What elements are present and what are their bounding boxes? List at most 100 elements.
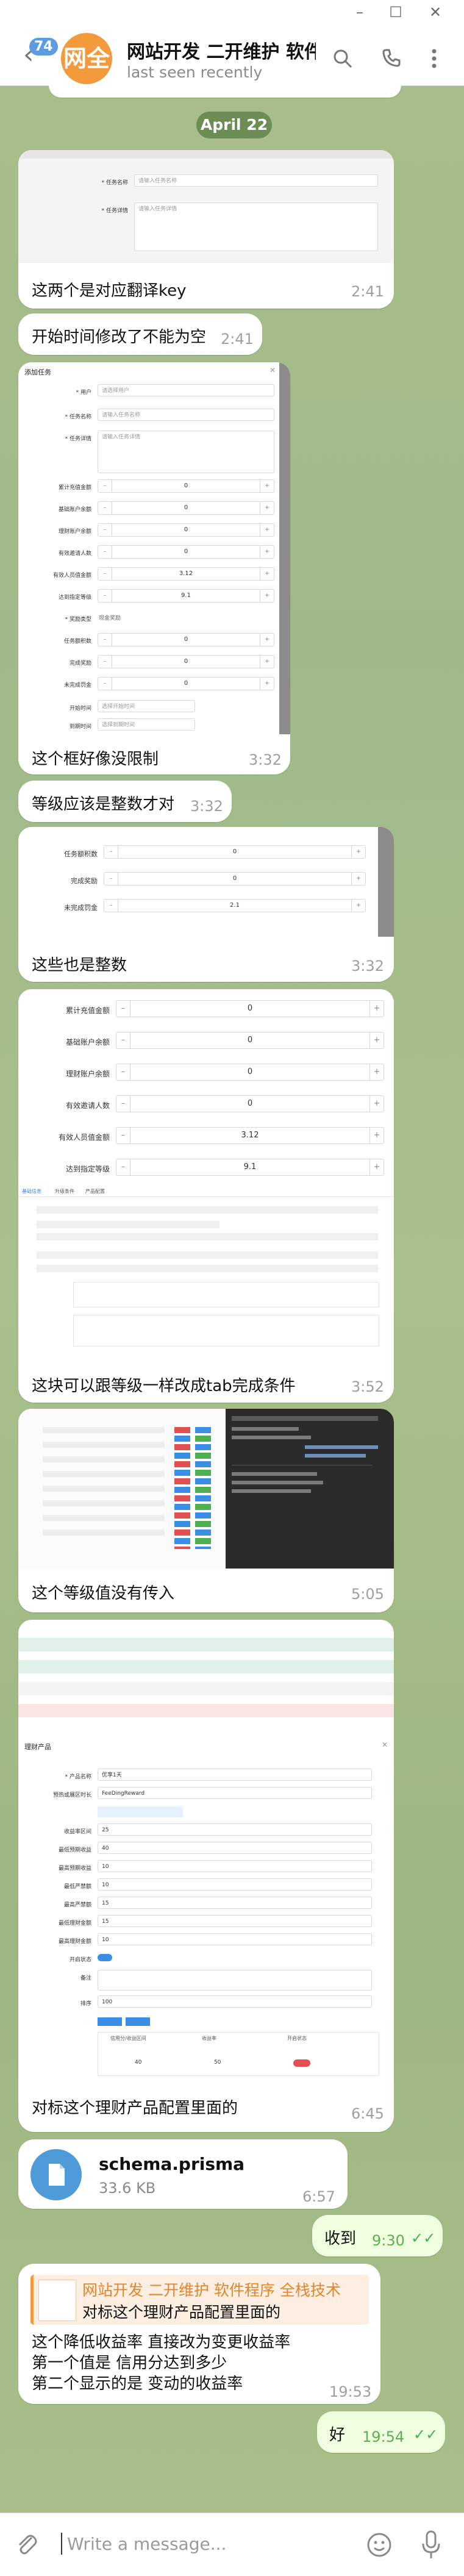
form-label: 开启状态 — [69, 1957, 91, 1963]
form-label: * 用户 — [76, 390, 91, 396]
form-input: 15 — [98, 1915, 372, 1927]
message-reply[interactable]: 网站开发 二开维护 软件程序 全栈技术 对标这个理财产品配置里面的 这个降低收益… — [18, 2264, 380, 2404]
file-size: 33.6 KB — [99, 2180, 156, 2197]
message-image-3[interactable]: 添加任务 ✕ * 用户 请选择用户 * 任务名称 请输入任务名称 * 任务详情 … — [18, 362, 290, 775]
number-stepper: –0 + — [98, 523, 274, 537]
message-text-2[interactable]: 开始时间修改了不能为空 2:41 — [18, 313, 262, 355]
minimize-icon[interactable]: – — [351, 4, 368, 21]
message-file[interactable]: schema.prisma 33.6 KB 6:57 — [18, 2139, 348, 2209]
close-icon: ✕ — [382, 1741, 388, 1749]
form-label: 最高预期收益 — [58, 1866, 91, 1872]
message-time: 6:45 — [351, 2105, 384, 2122]
previous-message-fragment — [49, 85, 401, 98]
message-input[interactable]: Write a message... — [61, 2530, 329, 2560]
microphone-icon[interactable] — [421, 2529, 441, 2561]
form-input: 25 — [98, 1823, 372, 1836]
close-icon[interactable]: ✕ — [427, 4, 444, 21]
message-time: 19:54 — [362, 2428, 405, 2445]
chat-header: – ☐ ✕ ‹ 74 网全 网站开发 二开维护 软件... last seen … — [0, 0, 464, 86]
message-text-4[interactable]: 等级应该是整数才对 3:32 — [18, 781, 232, 822]
avatar[interactable]: 网全 — [61, 33, 112, 84]
message-composer: Write a message... — [0, 2513, 464, 2576]
alert-row — [18, 1638, 394, 1651]
message-caption: 这两个是对应翻译key — [32, 282, 187, 300]
unread-badge: 74 — [29, 38, 58, 55]
message-time: 2:41 — [351, 283, 384, 300]
message-caption: 这块可以跟等级一样改成tab完成条件 — [32, 1377, 296, 1395]
form-label: 最低预期收益 — [58, 1847, 91, 1853]
message-image-8[interactable]: 理财产品 ✕ * 产品名称 优享1天 预热或展区时长 FeeDingReward… — [18, 1620, 394, 2132]
number-stepper: –3.12 + — [116, 1127, 384, 1144]
form-label: 完成奖励 — [71, 877, 98, 885]
alert-row — [18, 1704, 394, 1717]
form-label: 有效人员值金额 — [58, 1133, 110, 1142]
form-label: 最低理财金额 — [58, 1920, 91, 1927]
number-stepper: –0 + — [98, 633, 274, 646]
mini-row — [37, 1233, 378, 1240]
number-stepper: –0 + — [116, 1095, 384, 1112]
form-label: 任务额积数 — [63, 639, 91, 645]
form-input: 10 — [98, 1878, 372, 1891]
message-time: 3:32 — [249, 751, 282, 768]
read-check-icon: ✓✓ — [411, 2230, 436, 2247]
message-image-6[interactable]: 累计充值金额 –0 + 基础账户余额 –0 + 理财账户余额 –0 + 有效邀请人数 … — [18, 989, 394, 1403]
form-label: * 任务详情 — [101, 208, 128, 214]
maximize-icon[interactable]: ☐ — [387, 4, 404, 21]
search-icon[interactable] — [330, 48, 355, 72]
number-stepper: –2.1 + — [104, 899, 366, 912]
number-stepper: –0 + — [98, 479, 274, 493]
form-label: 基础账户余额 — [65, 1038, 110, 1046]
form-textarea: 请输入任务详情 — [98, 431, 274, 473]
form-label: 任务额积数 — [64, 850, 98, 858]
screenshot-side-strip — [378, 827, 394, 937]
attach-icon[interactable] — [15, 2531, 39, 2558]
number-stepper: –9.1 + — [98, 589, 274, 603]
form-label: 完成奖励 — [69, 660, 91, 667]
message-image-5[interactable]: 任务额积数 –0 + 完成奖励 –0 + 未完成罚金 –2.1 + 这些也是整数 3:… — [18, 827, 394, 982]
form-textarea: 请输入任务详情 — [134, 202, 378, 251]
quote-text: 对标这个理财产品配置里面的 — [82, 2303, 281, 2321]
number-stepper: –0 + — [104, 845, 366, 859]
form-label: 最高理财金额 — [58, 1939, 91, 1945]
table-header: 收益率 — [202, 2036, 216, 2041]
file-icon[interactable] — [30, 2149, 82, 2200]
form-input: 请选择用户 — [98, 384, 274, 396]
radio-value: 现金奖励 — [99, 615, 121, 621]
emoji-icon[interactable] — [366, 2531, 393, 2558]
reply-quote[interactable]: 网站开发 二开维护 软件程序 全栈技术 对标这个理财产品配置里面的 — [30, 2275, 369, 2325]
message-line: 第一个值是 信用分达到多少 — [32, 2354, 227, 2372]
number-stepper: –0 + — [98, 545, 274, 559]
form-label: 收益率区间 — [63, 1829, 91, 1835]
message-caption: 对标这个理财产品配置里面的 — [32, 2099, 238, 2117]
message-time: 6:57 — [302, 2188, 335, 2205]
mini-row — [37, 1206, 378, 1214]
number-stepper: –0 + — [98, 501, 274, 515]
message-image-1[interactable]: * 任务名称 请输入任务名称 * 任务详情 请输入任务详情 这两个是对应翻译ke… — [18, 150, 394, 309]
alert-row — [18, 1660, 394, 1673]
form-label: 达到指定等级 — [65, 1165, 110, 1173]
add-button — [98, 2017, 122, 2026]
form-label: 未完成罚金 — [63, 682, 91, 689]
form-label: * 产品名称 — [65, 1774, 91, 1780]
tab-upgrade: 升级条件 — [55, 1189, 74, 1194]
last-seen-status: last seen recently — [127, 63, 263, 81]
screenshot-add-task: 添加任务 ✕ * 用户 请选择用户 * 任务名称 请输入任务名称 * 任务详情 … — [18, 362, 290, 734]
message-time: 2:41 — [221, 331, 254, 348]
form-input: 优享1天 — [98, 1769, 372, 1781]
form-label: * 奖励类型 — [65, 617, 91, 623]
toggle-switch — [98, 1954, 112, 1961]
date-input: 选择到期时间 — [98, 718, 195, 731]
number-stepper: –0 + — [116, 1000, 384, 1017]
chat-title[interactable]: 网站开发 二开维护 软件... — [127, 37, 316, 63]
phone-icon[interactable] — [379, 48, 404, 72]
table-header: 开启状态 — [287, 2036, 307, 2041]
quote-author: 网站开发 二开维护 软件程序 全栈技术 — [82, 2281, 341, 2299]
message-outgoing-1[interactable]: 收到 9:30 ✓✓ — [312, 2215, 443, 2256]
message-line: 第二个显示的是 变动的收益率 — [32, 2375, 243, 2393]
more-options-icon[interactable] — [422, 48, 446, 72]
message-time: 3:52 — [351, 1378, 384, 1395]
message-outgoing-2[interactable]: 好 19:54 ✓✓ — [317, 2411, 445, 2453]
message-image-7[interactable]: 这个等级值没有传入 5:05 — [18, 1409, 394, 1612]
form-label: 理财账户余额 — [58, 529, 91, 535]
form-label: 累计充值金额 — [58, 485, 91, 491]
